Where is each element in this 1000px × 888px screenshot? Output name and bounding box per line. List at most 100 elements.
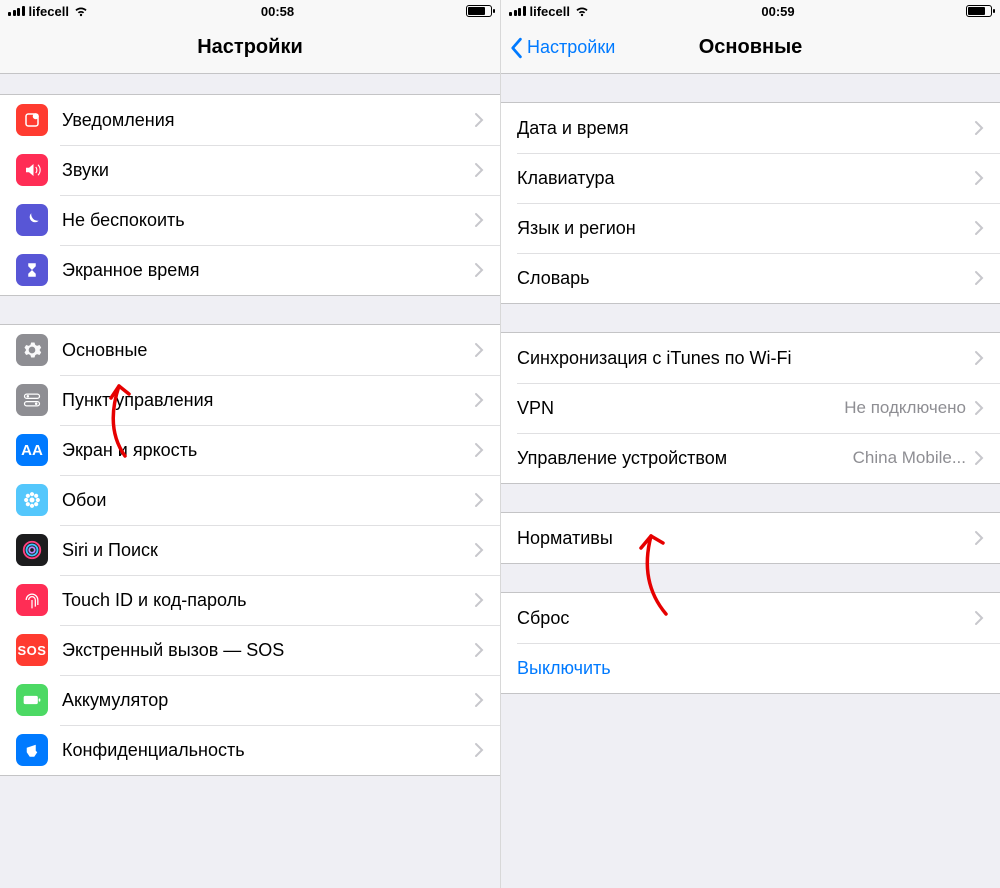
chevron-right-icon — [474, 212, 484, 228]
row-detail: China Mobile... — [853, 448, 966, 468]
row-device-management[interactable]: Управление устройством China Mobile... — [501, 433, 1000, 483]
nav-header: Настройки — [0, 22, 500, 74]
chevron-right-icon — [474, 112, 484, 128]
chevron-right-icon — [474, 542, 484, 558]
row-label: Обои — [62, 490, 474, 511]
back-button[interactable]: Настройки — [509, 37, 615, 59]
row-label: Экранное время — [62, 260, 474, 281]
row-label: Сброс — [517, 608, 974, 629]
row-notifications[interactable]: Уведомления — [0, 95, 500, 145]
row-sounds[interactable]: Звуки — [0, 145, 500, 195]
chevron-right-icon — [974, 610, 984, 626]
chevron-right-icon — [974, 530, 984, 546]
row-battery[interactable]: Аккумулятор — [0, 675, 500, 725]
row-label: Siri и Поиск — [62, 540, 474, 561]
chevron-right-icon — [974, 120, 984, 136]
battery-icon — [466, 5, 492, 17]
moon-icon — [16, 204, 48, 236]
row-label: Пункт управления — [62, 390, 474, 411]
row-shut-down[interactable]: Выключить — [501, 643, 1000, 693]
row-emergency-sos[interactable]: SOS Экстренный вызов — SOS — [0, 625, 500, 675]
sounds-icon — [16, 154, 48, 186]
row-label: Уведомления — [62, 110, 474, 131]
row-itunes-wifi-sync[interactable]: Синхронизация с iTunes по Wi-Fi — [501, 333, 1000, 383]
row-label: Клавиатура — [517, 168, 974, 189]
chevron-right-icon — [974, 220, 984, 236]
battery-settings-icon — [16, 684, 48, 716]
battery-icon — [966, 5, 992, 17]
row-detail: Не подключено — [844, 398, 966, 418]
row-reset[interactable]: Сброс — [501, 593, 1000, 643]
chevron-right-icon — [474, 592, 484, 608]
gear-icon — [16, 334, 48, 366]
signal-icon — [8, 6, 25, 16]
row-label: Словарь — [517, 268, 974, 289]
row-regulatory[interactable]: Нормативы — [501, 513, 1000, 563]
row-label: Управление устройством — [517, 448, 853, 469]
chevron-right-icon — [974, 400, 984, 416]
row-touchid-passcode[interactable]: Touch ID и код-пароль — [0, 575, 500, 625]
row-label: Дата и время — [517, 118, 974, 139]
row-label: Основные — [62, 340, 474, 361]
row-label: Не беспокоить — [62, 210, 474, 231]
carrier-label: lifecell — [530, 4, 570, 19]
status-time: 00:59 — [761, 4, 794, 19]
general-group-2: Синхронизация с iTunes по Wi-Fi VPN Не п… — [501, 332, 1000, 484]
chevron-right-icon — [474, 262, 484, 278]
sos-icon: SOS — [16, 634, 48, 666]
switches-icon — [16, 384, 48, 416]
status-bar: lifecell 00:59 — [501, 0, 1000, 22]
wifi-icon — [574, 5, 590, 17]
chevron-right-icon — [474, 692, 484, 708]
row-keyboard[interactable]: Клавиатура — [501, 153, 1000, 203]
row-wallpaper[interactable]: Обои — [0, 475, 500, 525]
status-bar: lifecell 00:58 — [0, 0, 500, 22]
fingerprint-icon — [16, 584, 48, 616]
wifi-icon — [73, 5, 89, 17]
chevron-right-icon — [474, 442, 484, 458]
row-label: Экран и яркость — [62, 440, 474, 461]
flower-icon — [16, 484, 48, 516]
row-label: Нормативы — [517, 528, 974, 549]
settings-group-2: Основные Пункт управления AA Экран и ярк… — [0, 324, 500, 776]
row-language-region[interactable]: Язык и регион — [501, 203, 1000, 253]
carrier-label: lifecell — [29, 4, 69, 19]
chevron-right-icon — [974, 170, 984, 186]
page-title: Основные — [699, 36, 803, 59]
chevron-right-icon — [474, 642, 484, 658]
row-display-brightness[interactable]: AA Экран и яркость — [0, 425, 500, 475]
row-label: Язык и регион — [517, 218, 974, 239]
chevron-right-icon — [474, 162, 484, 178]
signal-icon — [509, 6, 526, 16]
chevron-right-icon — [474, 742, 484, 758]
general-group-3: Нормативы — [501, 512, 1000, 564]
siri-icon — [16, 534, 48, 566]
row-privacy[interactable]: Конфиденциальность — [0, 725, 500, 775]
row-label: Синхронизация с iTunes по Wi-Fi — [517, 348, 974, 369]
notifications-icon — [16, 104, 48, 136]
row-label: Конфиденциальность — [62, 740, 474, 761]
status-time: 00:58 — [261, 4, 294, 19]
chevron-right-icon — [474, 492, 484, 508]
text-size-icon: AA — [16, 434, 48, 466]
row-screen-time[interactable]: Экранное время — [0, 245, 500, 295]
row-dictionary[interactable]: Словарь — [501, 253, 1000, 303]
row-do-not-disturb[interactable]: Не беспокоить — [0, 195, 500, 245]
row-siri-search[interactable]: Siri и Поиск — [0, 525, 500, 575]
row-control-center[interactable]: Пункт управления — [0, 375, 500, 425]
chevron-right-icon — [974, 270, 984, 286]
row-date-time[interactable]: Дата и время — [501, 103, 1000, 153]
screen-general: lifecell 00:59 Настройки Основные Дата и… — [500, 0, 1000, 888]
row-label: Звуки — [62, 160, 474, 181]
settings-group-1: Уведомления Звуки Не беспокоить Экранное… — [0, 94, 500, 296]
row-label: VPN — [517, 398, 844, 419]
screen-settings: lifecell 00:58 Настройки Уведомления Зву… — [0, 0, 500, 888]
hand-icon — [16, 734, 48, 766]
chevron-right-icon — [474, 342, 484, 358]
row-label: Экстренный вызов — SOS — [62, 640, 474, 661]
row-label: Аккумулятор — [62, 690, 474, 711]
general-group-4: Сброс Выключить — [501, 592, 1000, 694]
row-general[interactable]: Основные — [0, 325, 500, 375]
row-vpn[interactable]: VPN Не подключено — [501, 383, 1000, 433]
row-label: Touch ID и код-пароль — [62, 590, 474, 611]
